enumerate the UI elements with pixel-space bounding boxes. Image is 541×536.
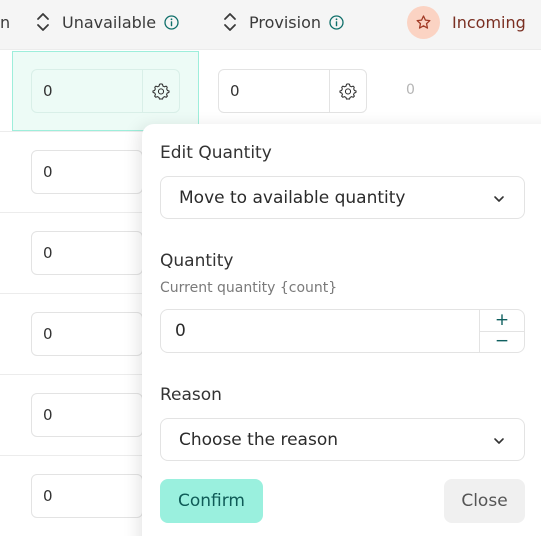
column-header-unavailable[interactable]: Unavailable bbox=[35, 0, 179, 44]
quantity-value: 0 bbox=[43, 487, 53, 505]
info-icon[interactable] bbox=[164, 14, 179, 30]
column-header-provision[interactable]: Provision bbox=[222, 0, 344, 44]
unavailable-quantity-input[interactable]: 0 bbox=[31, 69, 180, 113]
close-button[interactable]: Close bbox=[444, 479, 525, 523]
incoming-value: 0 bbox=[406, 82, 415, 98]
sort-icon[interactable] bbox=[222, 11, 238, 33]
popover-title: Edit Quantity bbox=[160, 143, 272, 163]
unavailable-quantity-input[interactable]: 0 bbox=[31, 393, 143, 437]
chevron-down-icon bbox=[492, 433, 506, 447]
quantity-value: 0 bbox=[43, 325, 53, 343]
column-header-partial-label: n bbox=[0, 12, 11, 32]
gear-icon[interactable] bbox=[142, 70, 179, 112]
star-icon bbox=[407, 5, 440, 39]
quantity-stepper-value[interactable]: 0 bbox=[161, 310, 479, 352]
decrement-button[interactable]: − bbox=[480, 330, 524, 353]
quantity-value: 0 bbox=[43, 163, 53, 181]
action-select[interactable]: Move to available quantity bbox=[160, 176, 525, 219]
edit-quantity-popover: Edit Quantity Move to available quantity… bbox=[142, 124, 541, 536]
gear-icon[interactable] bbox=[329, 70, 366, 112]
row-divider bbox=[0, 455, 143, 456]
reason-label: Reason bbox=[160, 385, 222, 405]
chevron-down-icon bbox=[492, 191, 506, 205]
provision-quantity-input[interactable]: 0 bbox=[218, 69, 367, 113]
quantity-value: 0 bbox=[230, 82, 240, 100]
row-divider bbox=[0, 293, 143, 294]
action-select-value: Move to available quantity bbox=[179, 187, 406, 208]
row-divider bbox=[0, 212, 143, 213]
reason-select-placeholder: Choose the reason bbox=[179, 429, 338, 450]
quantity-label: Quantity bbox=[160, 251, 234, 271]
unavailable-quantity-input[interactable]: 0 bbox=[31, 474, 143, 518]
increment-button[interactable]: + bbox=[480, 310, 524, 331]
quantity-value: 0 bbox=[43, 244, 53, 262]
column-header-incoming-label: Incoming bbox=[452, 12, 526, 32]
unavailable-quantity-input[interactable]: 0 bbox=[31, 150, 143, 194]
quantity-hint: Current quantity {count} bbox=[160, 280, 338, 296]
table-header: n Unavailable Provision Incoming bbox=[0, 0, 541, 50]
column-header-provision-label: Provision bbox=[249, 12, 322, 32]
row-divider bbox=[0, 374, 143, 375]
unavailable-quantity-input[interactable]: 0 bbox=[31, 312, 143, 356]
quantity-stepper[interactable]: 0 + − bbox=[160, 309, 525, 353]
confirm-button[interactable]: Confirm bbox=[160, 479, 263, 523]
column-header-partial: n bbox=[0, 0, 10, 44]
reason-select[interactable]: Choose the reason bbox=[160, 418, 525, 461]
info-icon[interactable] bbox=[329, 14, 344, 30]
quantity-value: 0 bbox=[43, 406, 53, 424]
column-header-unavailable-label: Unavailable bbox=[62, 12, 157, 32]
sort-icon[interactable] bbox=[35, 11, 51, 33]
quantity-value: 0 bbox=[43, 82, 53, 100]
column-header-incoming[interactable]: Incoming bbox=[407, 0, 526, 44]
unavailable-quantity-input[interactable]: 0 bbox=[31, 231, 143, 275]
